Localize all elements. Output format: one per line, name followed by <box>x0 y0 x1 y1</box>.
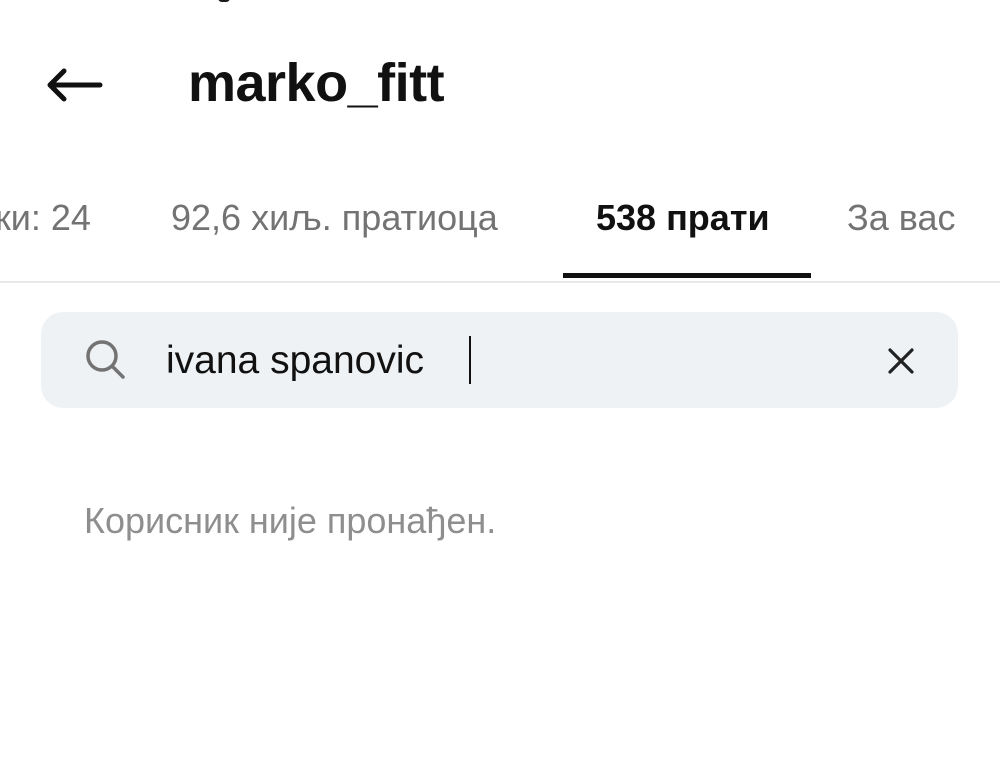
text-caret <box>469 336 471 384</box>
arrow-left-icon <box>47 68 103 102</box>
connections-tabs: ки: 24 92,6 хиљ. пратиоца 538 прати За в… <box>0 175 1000 283</box>
tabs-divider <box>0 281 1000 283</box>
tab-following[interactable]: 538 прати <box>596 197 770 239</box>
close-icon <box>888 348 914 374</box>
tab-posts[interactable]: ки: 24 <box>0 197 91 239</box>
back-button[interactable] <box>32 58 116 112</box>
tab-for-you[interactable]: За вас <box>847 197 956 239</box>
profile-header: marko_fitt <box>0 40 1000 132</box>
page-title: marko_fitt <box>188 53 445 113</box>
followers-search-screen: marko_fitt ки: 24 92,6 хиљ. пратиоца 538… <box>0 0 1000 767</box>
clear-search-button[interactable] <box>878 338 924 384</box>
search-input[interactable] <box>166 326 816 396</box>
tab-followers[interactable]: 92,6 хиљ. пратиоца <box>171 197 498 239</box>
top-edge-fragment <box>218 0 230 2</box>
no-results-message: Корисник није пронађен. <box>84 500 497 541</box>
active-tab-indicator <box>563 273 811 278</box>
search-icon <box>86 340 125 379</box>
